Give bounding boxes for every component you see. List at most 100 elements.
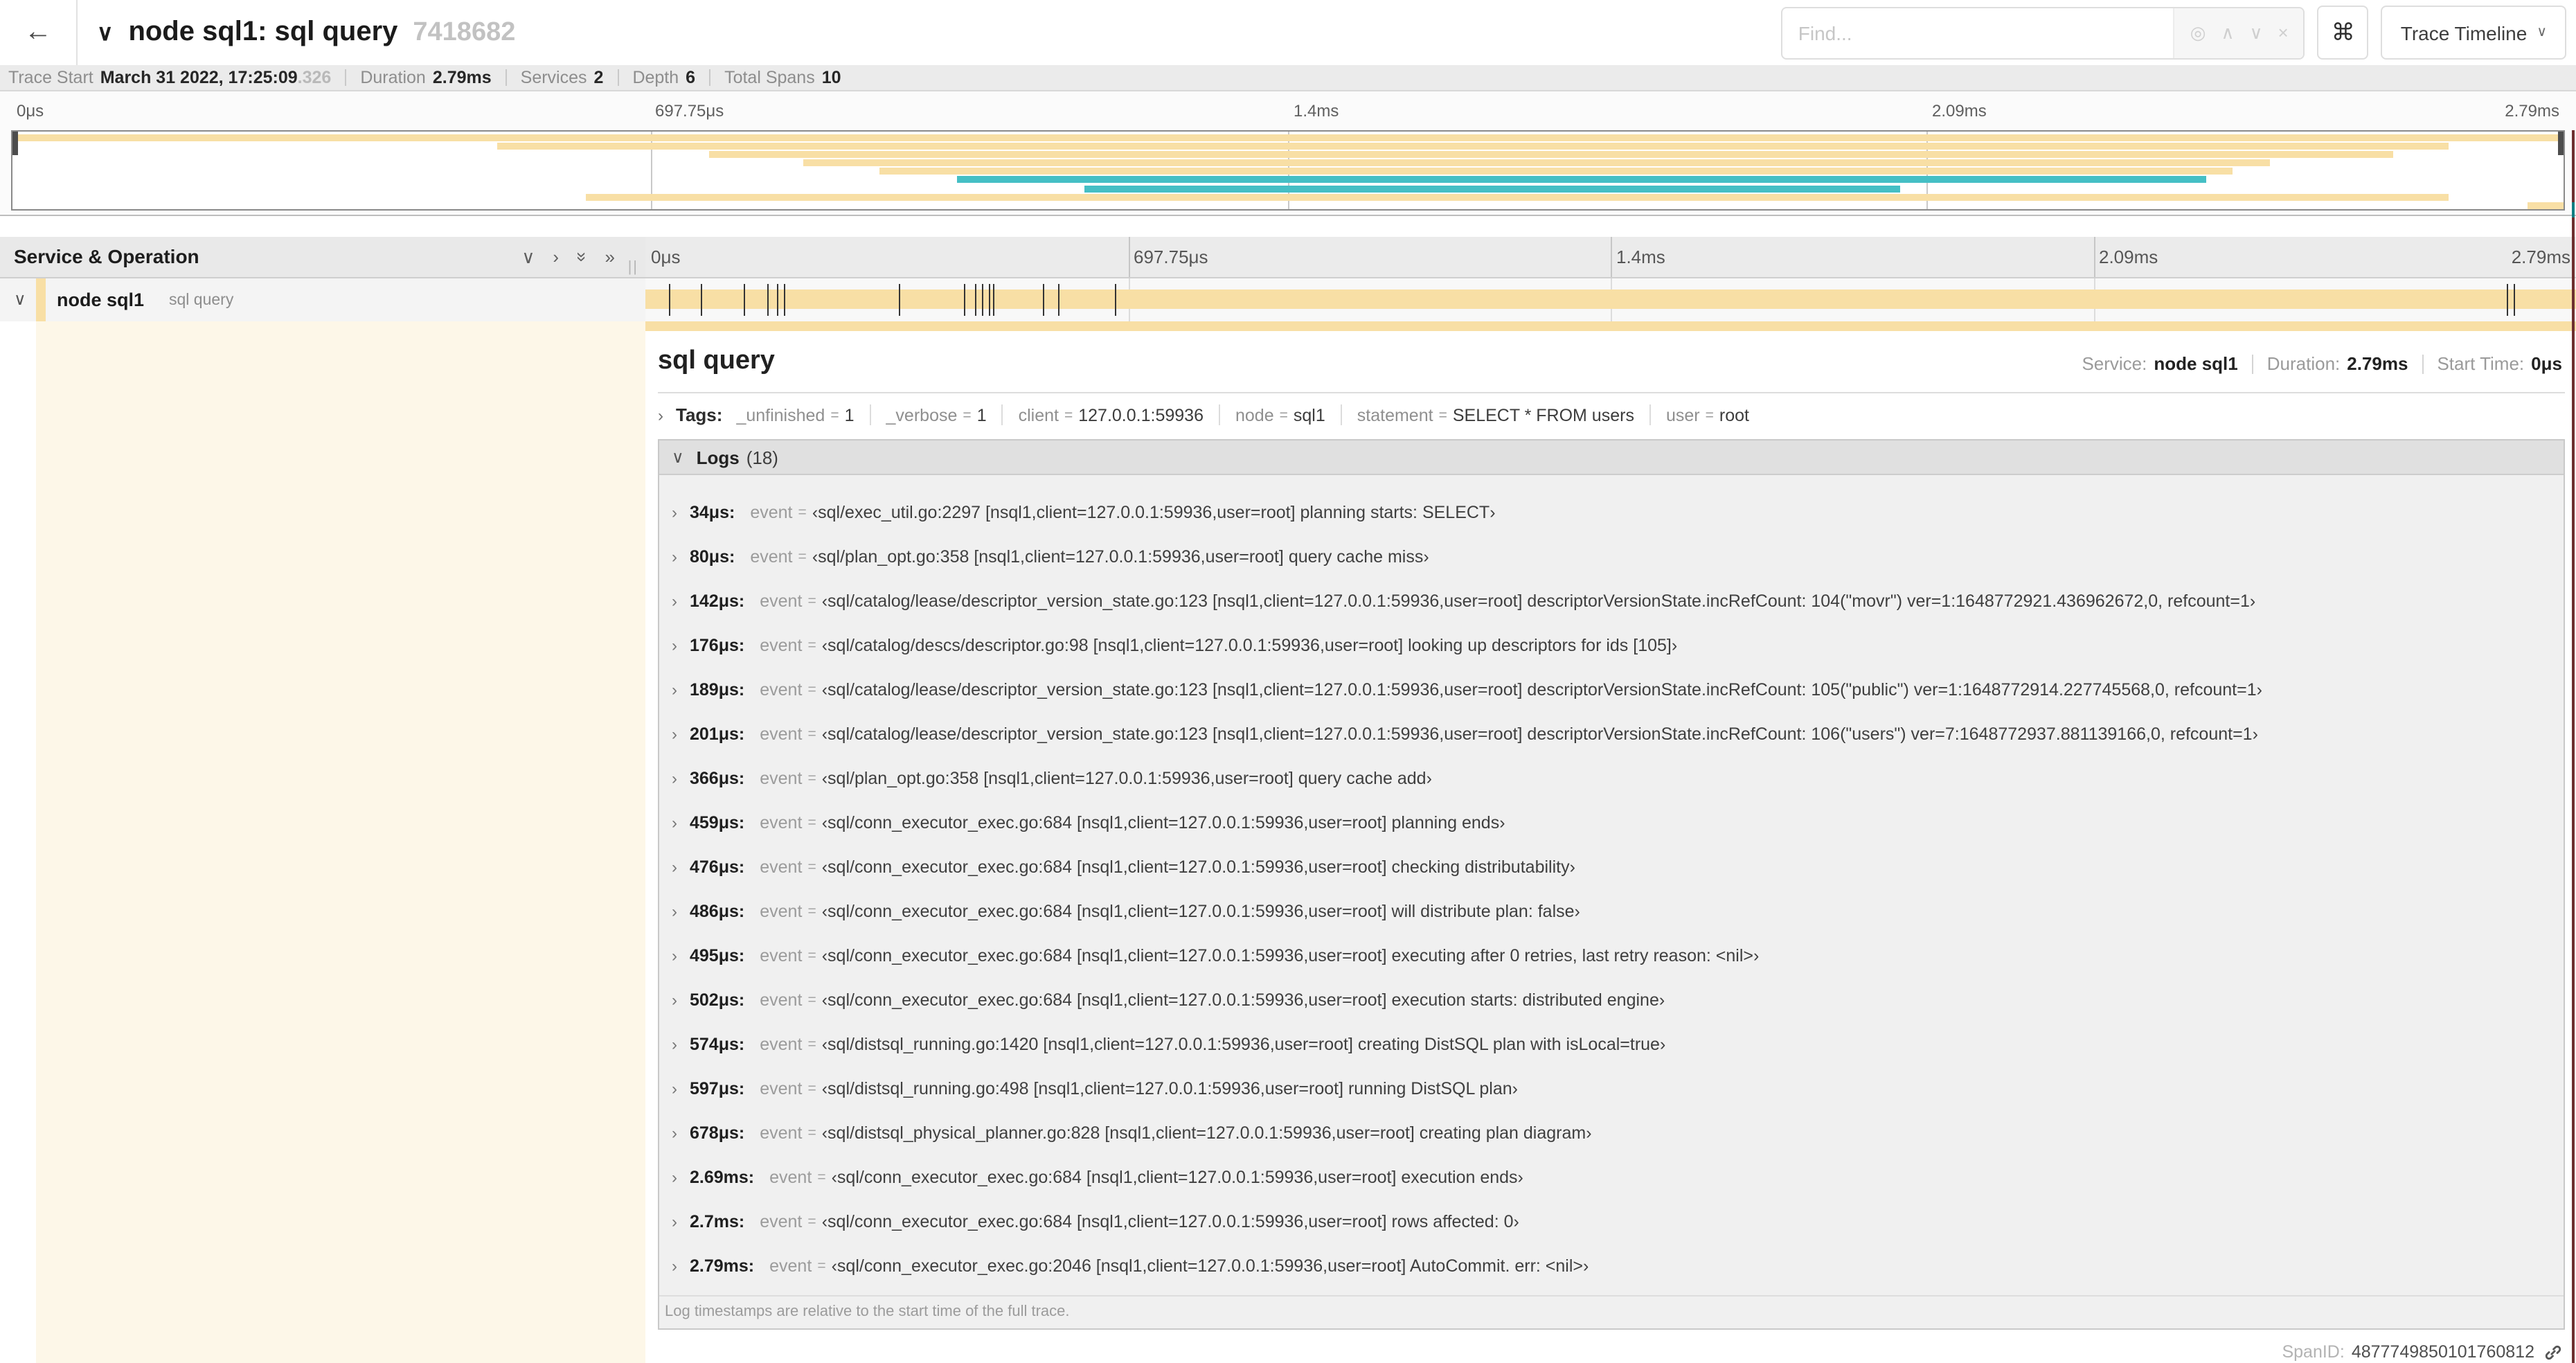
ruler-tick-label: 697.75μs [1134,247,1208,267]
log-expand-chevron-icon[interactable]: › [672,1035,677,1054]
log-equals: = [807,593,816,609]
log-row[interactable]: › 80μs: event = ‹sql/plan_opt.go:358 [nsql1,… [659,535,2564,579]
trace-view-selector[interactable]: Trace Timeline ∨ [2381,6,2566,60]
span-id-row: SpanID: 4877749850101760812 [645,1330,2565,1362]
log-timestamp: 2.69ms: [690,1168,755,1187]
log-expand-chevron-icon[interactable]: › [672,1123,677,1143]
span-row-name-cell[interactable]: ∨ node sql1 sql query [0,278,645,321]
log-expand-chevron-icon[interactable]: › [672,547,677,567]
log-row[interactable]: › 2.7ms: event = ‹sql/conn_executor_exec.go:… [659,1200,2564,1244]
log-field-value: ‹sql/exec_util.go:2297 [nsql1,client=127… [812,503,1496,522]
span-duration-bar[interactable] [645,289,2576,309]
logs-header[interactable]: ∨ Logs (18) [659,440,2564,475]
back-button[interactable]: ← [0,0,78,65]
span-log-marker [964,284,965,316]
log-row[interactable]: › 366μs: event = ‹sql/plan_opt.go:358 [nsql1… [659,756,2564,801]
summary-divider [617,69,619,86]
log-row[interactable]: › 678μs: event = ‹sql/distsql_physical_plann… [659,1111,2564,1155]
minimap-canvas[interactable] [11,130,2565,211]
next-result-icon[interactable]: ∨ [2250,21,2263,44]
log-timestamp: 495μs: [690,946,745,965]
deep-link-icon[interactable] [2544,1343,2562,1361]
minimap-right-scrubber[interactable] [2558,132,2564,155]
log-expand-chevron-icon[interactable]: › [672,1168,677,1187]
tags-list: _unfinished = 1 _verbose = 1 client = 127.0.0.1:… [736,404,1749,425]
log-row[interactable]: › 476μs: event = ‹sql/conn_executor_exec.go:… [659,845,2564,889]
span-service-name: node sql1 [57,289,145,310]
log-row[interactable]: › 2.79ms: event = ‹sql/conn_executor_exec.go… [659,1244,2564,1288]
log-expand-chevron-icon[interactable]: › [672,1079,677,1098]
tags-accordion[interactable]: › Tags: _unfinished = 1 _verbose = 1 client = 12… [645,393,2565,435]
log-row[interactable]: › 142μs: event = ‹sql/catalog/lease/descript… [659,579,2564,623]
log-expand-chevron-icon[interactable]: › [672,946,677,965]
prev-result-icon[interactable]: ∧ [2221,21,2234,44]
log-expand-chevron-icon[interactable]: › [672,990,677,1010]
log-row[interactable]: › 574μs: event = ‹sql/distsql_running.go:142… [659,1022,2564,1067]
service-operation-header: Service & Operation ∨ › » » || [0,237,645,278]
collapse-all-icon[interactable]: » [571,252,592,262]
log-row[interactable]: › 597μs: event = ‹sql/distsql_running.go:498… [659,1067,2564,1111]
log-expand-chevron-icon[interactable]: › [672,680,677,700]
keyboard-shortcuts-button[interactable]: ⌘ [2317,6,2369,60]
log-row[interactable]: › 201μs: event = ‹sql/catalog/lease/descript… [659,712,2564,756]
log-row[interactable]: › 2.69ms: event = ‹sql/conn_executor_exec.go… [659,1155,2564,1200]
jaeger-trace-page: ← ∨ node sql1: sql query 7418682 ◎ ∧ ∨ ×… [0,0,2576,1363]
log-expand-chevron-icon[interactable]: › [672,857,677,877]
log-row[interactable]: › 495μs: event = ‹sql/conn_executor_exec.go:… [659,934,2564,978]
span-row-timeline-cell[interactable] [645,278,2576,321]
ruler-tick-label: 697.75μs [655,101,724,121]
log-field-key: event [760,769,803,788]
span-operation-name: sql query [169,292,234,309]
expand-one-icon[interactable]: › [553,247,559,267]
log-expand-chevron-icon[interactable]: › [672,1212,677,1231]
log-row[interactable]: › 176μs: event = ‹sql/catalog/descs/descript… [659,623,2564,668]
log-row[interactable]: › 34μs: event = ‹sql/exec_util.go:2297 [nsql… [659,490,2564,535]
log-expand-chevron-icon[interactable]: › [672,813,677,832]
span-expand-chevron-icon[interactable]: ∨ [14,278,26,321]
logs-accordion: ∨ Logs (18) › 34μs: event = ‹sql/exec_util.g… [658,439,2565,1330]
log-field-value: ‹sql/conn_executor_exec.go:684 [nsql1,cl… [821,1212,1519,1231]
tag-equals: = [1438,407,1447,423]
find-input[interactable] [1782,8,2174,57]
log-expand-chevron-icon[interactable]: › [672,636,677,655]
log-expand-chevron-icon[interactable]: › [672,724,677,744]
minimap-span-bar [708,151,2393,158]
log-row[interactable]: › 459μs: event = ‹sql/conn_executor_exec.go:… [659,801,2564,845]
clear-search-icon[interactable]: × [2278,22,2289,43]
log-equals: = [807,947,816,964]
collapse-one-icon[interactable]: ∨ [521,246,535,268]
span-log-marker [2514,284,2516,316]
right-edge-scrollbar[interactable] [2572,130,2575,1363]
span-meta: Service: node sql1 Duration: 2.79ms Start Ti… [2082,353,2562,374]
log-row[interactable]: › 502μs: event = ‹sql/conn_executor_exec.go:… [659,978,2564,1022]
locate-icon[interactable]: ◎ [2190,21,2206,44]
log-expand-chevron-icon[interactable]: › [672,769,677,788]
log-row[interactable]: › 486μs: event = ‹sql/conn_executor_exec.go:… [659,889,2564,934]
tag-value: 1 [976,405,987,425]
log-equals: = [807,859,816,875]
minimap-left-scrubber[interactable] [12,132,18,155]
log-field-value: ‹sql/conn_executor_exec.go:684 [nsql1,cl… [821,946,1760,965]
span-log-marker [1043,284,1045,316]
minimap-ruler: 0μs 697.75μs 1.4ms 2.09ms 2.79ms [11,91,2565,130]
log-row[interactable]: › 189μs: event = ‹sql/catalog/lease/descript… [659,668,2564,712]
column-resizer[interactable]: || [628,259,638,276]
tag-value: SELECT * FROM users [1452,405,1634,425]
expand-all-icon[interactable]: » [605,247,615,267]
log-equals: = [817,1169,826,1186]
log-field-value: ‹sql/conn_executor_exec.go:684 [nsql1,cl… [821,813,1505,832]
trace-title-group: ∨ node sql1: sql query 7418682 [97,0,515,65]
trace-collapse-chevron-icon[interactable]: ∨ [97,19,113,46]
log-expand-chevron-icon[interactable]: › [672,591,677,611]
log-expand-chevron-icon[interactable]: › [672,1256,677,1276]
log-expand-chevron-icon[interactable]: › [672,902,677,921]
tag-key: _verbose [886,405,958,425]
span-log-marker [1114,284,1116,316]
span-log-marker [898,284,900,316]
log-expand-chevron-icon[interactable]: › [672,503,677,522]
ruler-tick-label: 2.79ms [2505,101,2559,121]
span-log-marker [992,284,994,316]
summary-value-fraction: .326 [297,68,332,87]
logs-list: › 34μs: event = ‹sql/exec_util.go:2297 [nsql… [659,475,2564,1295]
log-equals: = [807,770,816,787]
